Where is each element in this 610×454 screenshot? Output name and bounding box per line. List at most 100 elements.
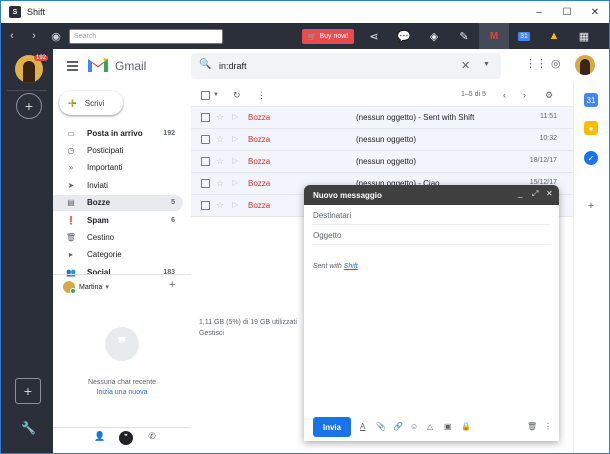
incognito-icon[interactable]: ◉ [45, 23, 67, 49]
important-marker-icon[interactable]: ▷ [232, 200, 238, 209]
nav-item[interactable]: ▭ Posta in arrivo 192 [53, 125, 183, 141]
more-options-icon[interactable]: ⋮ [544, 422, 552, 431]
nav-item-label: Cestino [87, 232, 115, 242]
add-account-button[interactable]: + [16, 93, 42, 119]
apps-grid-icon[interactable]: ▦ [569, 23, 599, 49]
hangouts-user-name: Martina [79, 283, 103, 291]
add-app-button[interactable]: + [15, 378, 41, 404]
star-icon[interactable]: ☆ [216, 200, 224, 211]
tasks-addon-icon[interactable]: ✓ [584, 151, 598, 165]
shift-search-input[interactable]: Search [69, 28, 223, 44]
add-addon-icon[interactable]: + [584, 199, 598, 213]
confidential-icon[interactable]: 🔒 [461, 422, 471, 431]
signature-link[interactable]: Shift [344, 263, 358, 270]
clear-search-icon[interactable]: ✕ [461, 59, 470, 72]
row-checkbox[interactable] [201, 201, 210, 210]
close-compose-icon[interactable]: ✕ [546, 189, 553, 198]
contacts-tab-icon[interactable]: 👤 [93, 431, 107, 445]
main-menu-icon[interactable] [67, 61, 78, 73]
row-checkbox[interactable] [201, 179, 210, 188]
share-icon[interactable]: ⋖ [359, 23, 389, 49]
discard-draft-icon[interactable]: 🗑 [527, 422, 537, 431]
settings-gear-icon[interactable]: ⚙ [545, 90, 553, 101]
nav-item[interactable]: ➤ Inviati [53, 177, 183, 193]
close-button[interactable]: ✕ [581, 1, 609, 23]
row-checkbox[interactable] [201, 113, 210, 122]
no-recent-chats-text: Nessuna chat recente [87, 379, 157, 386]
chat-icon[interactable]: 💬 [389, 23, 419, 49]
calendar-app-icon[interactable]: 31 [509, 23, 539, 49]
search-icon[interactable]: 🔍 [199, 59, 211, 70]
notifications-icon[interactable]: ◎ [551, 57, 561, 70]
keep-addon-icon[interactable]: ● [584, 121, 598, 135]
minimize-button[interactable]: – [525, 1, 553, 23]
link-icon[interactable]: 🔗 [393, 422, 403, 431]
star-icon[interactable]: ☆ [216, 112, 224, 123]
row-sender: Bozza [248, 157, 271, 166]
search-query[interactable]: in:draft [219, 61, 247, 71]
table-row[interactable]: ☆ ▷ Bozza (nessun oggetto) - Sent with Shif… [191, 107, 573, 129]
important-marker-icon[interactable]: ▷ [232, 156, 238, 165]
nav-item-label: Categorie [87, 250, 122, 260]
expand-compose-icon[interactable]: ⤢ [532, 189, 538, 199]
row-checkbox[interactable] [201, 135, 210, 144]
minimize-compose-icon[interactable]: _ [518, 189, 522, 198]
compose-button[interactable]: + Scrivi [59, 91, 123, 115]
new-chat-icon[interactable]: + [169, 279, 175, 291]
start-new-chat-link[interactable]: Inizia una nuova [53, 389, 191, 396]
more-actions-icon[interactable]: ⋮ [257, 90, 266, 101]
forward-button[interactable]: › [23, 23, 45, 49]
send-button[interactable]: Invia [313, 417, 351, 437]
storage-usage: 1,11 GB (5%) di 19 GB utilizzati [199, 319, 297, 326]
prev-page-icon[interactable]: ‹ [503, 90, 506, 100]
search-options-icon[interactable]: ▼ [483, 61, 490, 68]
nav-divider [53, 274, 191, 275]
nav-item[interactable]: 👥 Social 183 [53, 264, 183, 280]
star-icon[interactable]: ☆ [216, 156, 224, 167]
back-button[interactable]: ‹ [1, 23, 23, 49]
nav-item[interactable]: ▸ Categorie [53, 247, 183, 263]
nav-item[interactable]: » Importanti [53, 160, 183, 176]
apps-icon[interactable]: ⋮⋮ [525, 57, 547, 70]
important-marker-icon[interactable]: ▷ [232, 112, 238, 121]
chevron-down-icon[interactable]: ▾ [105, 283, 109, 291]
hangouts-tab-icon[interactable]: ❞ [119, 431, 133, 445]
manage-storage-link[interactable]: Gestisci [199, 330, 224, 337]
photo-icon[interactable]: ▣ [444, 422, 452, 431]
select-dropdown-icon[interactable]: ▼ [213, 92, 219, 98]
refresh-icon[interactable]: ↻ [233, 90, 241, 101]
important-marker-icon[interactable]: ▷ [232, 134, 238, 143]
recipients-field[interactable]: Destinatari [312, 205, 551, 225]
edit-icon[interactable]: ✎ [449, 23, 479, 49]
table-row[interactable]: ☆ ▷ Bozza (nessun oggetto) 10:32 [191, 129, 573, 151]
nav-item[interactable]: 🗑 Cestino [53, 229, 183, 245]
calendar-addon-icon[interactable]: 31 [584, 93, 598, 107]
nav-item[interactable]: ❗ Spam 6 [53, 212, 183, 228]
important-marker-icon[interactable]: ▷ [232, 178, 238, 187]
emoji-icon[interactable]: ☺ [410, 422, 418, 431]
mail-search-bar[interactable]: 🔍 in:draft ✕ ▼ [191, 53, 501, 79]
formatting-icon[interactable]: A [360, 422, 365, 431]
select-all-checkbox[interactable] [201, 91, 210, 100]
nav-item-label: Spam [87, 215, 109, 225]
nav-item-icon: 👥 [66, 267, 76, 277]
drive-app-icon[interactable]: ▲ [539, 23, 569, 49]
nav-item[interactable]: ▤ Bozze 5 [53, 194, 183, 211]
nav-item[interactable]: ◷ Posticipati [53, 142, 183, 158]
maximize-button[interactable]: ☐ [553, 1, 581, 23]
attach-icon[interactable]: 📎 [376, 422, 386, 431]
next-page-icon[interactable]: › [523, 90, 526, 100]
settings-wrench-icon[interactable]: 🔧 [21, 421, 36, 435]
drive-icon[interactable]: △ [427, 422, 433, 431]
table-row[interactable]: ☆ ▷ Bozza (nessun oggetto) 18/12/17 [191, 151, 573, 173]
layers-icon[interactable]: ◈ [419, 23, 449, 49]
row-checkbox[interactable] [201, 157, 210, 166]
buy-now-button[interactable]: 🛒 Buy now! [302, 29, 354, 44]
phone-tab-icon[interactable]: ✆ [145, 431, 159, 445]
gmail-app-icon[interactable]: M [479, 23, 509, 49]
hangouts-user[interactable]: Martina ▾ [63, 281, 109, 294]
user-avatar[interactable] [575, 55, 595, 75]
star-icon[interactable]: ☆ [216, 178, 224, 189]
star-icon[interactable]: ☆ [216, 134, 224, 145]
subject-field[interactable]: Oggetto [312, 225, 551, 245]
